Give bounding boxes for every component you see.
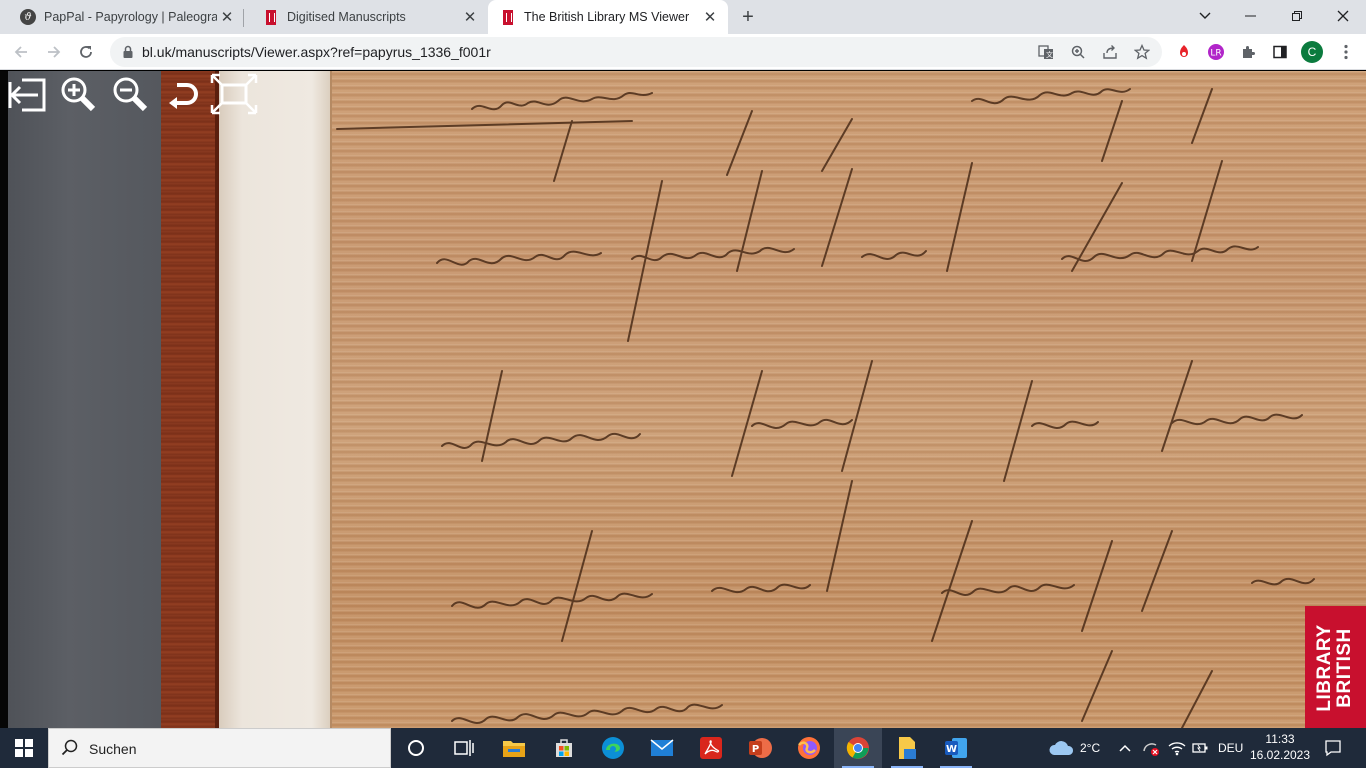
logo-line-british: BRITISH [1334, 628, 1355, 708]
reload-icon[interactable] [74, 40, 98, 64]
extensions-icon[interactable] [1236, 40, 1260, 64]
weather-widget[interactable]: 2°C [1048, 728, 1100, 768]
extension-red-icon[interactable] [1172, 40, 1196, 64]
image-edge [0, 71, 8, 728]
viewer-toolbar [0, 71, 260, 117]
close-window-icon[interactable] [1320, 0, 1366, 32]
restore-icon[interactable] [1274, 0, 1320, 32]
handwriting-strokes [336, 88, 1315, 728]
taskbar-search[interactable]: Suchen [48, 728, 391, 768]
tab-pappal[interactable]: ϑ PapPal - Papyrology | Paleograph ✕ [0, 0, 245, 34]
fullscreen-icon[interactable] [208, 71, 260, 117]
firefox-icon[interactable] [785, 728, 833, 768]
svg-text:LR: LR [1210, 49, 1221, 59]
taskbar: Suchen P W 2°C DEU 11:33 16.02.2023 [0, 728, 1366, 768]
acrobat-icon[interactable] [687, 728, 735, 768]
notifications-icon[interactable] [1324, 728, 1342, 768]
tab-title: PapPal - Papyrology | Paleograph [44, 10, 217, 24]
powerpoint-icon[interactable]: P [736, 728, 784, 768]
tab-search-icon[interactable] [1182, 0, 1228, 32]
minimize-icon[interactable] [1228, 0, 1274, 32]
svg-text:W: W [946, 744, 957, 755]
tab-ms-viewer[interactable]: The British Library MS Viewer ✕ [488, 0, 728, 34]
rotate-icon[interactable] [156, 71, 208, 117]
windows-start-icon[interactable] [0, 728, 48, 768]
british-library-logo[interactable]: LIBRARY BRITISH [1305, 606, 1366, 728]
british-library-icon [500, 9, 516, 25]
binding-board [8, 71, 161, 728]
cloud-icon [1049, 741, 1074, 755]
profile-avatar[interactable]: C [1301, 41, 1323, 63]
close-tab-icon[interactable]: ✕ [460, 7, 480, 27]
battery-icon[interactable] [1192, 728, 1208, 768]
exit-viewer-icon[interactable] [0, 71, 52, 117]
logo-line-library: LIBRARY [1314, 624, 1335, 712]
close-tab-icon[interactable]: ✕ [700, 7, 720, 27]
chrome-icon[interactable] [834, 728, 882, 768]
svg-text:P: P [752, 744, 759, 755]
bookmark-star-icon[interactable] [1132, 42, 1152, 62]
weather-temperature: 2°C [1080, 741, 1101, 755]
file-explorer-icon[interactable] [490, 728, 538, 768]
tab-title: Digitised Manuscripts [287, 10, 406, 24]
zoom-out-icon[interactable] [104, 71, 156, 117]
svg-text:文: 文 [1046, 50, 1053, 59]
edge-icon[interactable] [589, 728, 637, 768]
extension-purple-icon[interactable]: LR [1204, 40, 1228, 64]
tab-title: The British Library MS Viewer [524, 10, 690, 24]
menu-kebab-icon[interactable] [1334, 40, 1358, 64]
url-text: bl.uk/manuscripts/Viewer.aspx?ref=papyru… [142, 44, 491, 60]
papyrus-image[interactable] [330, 71, 1366, 728]
side-panel-icon[interactable] [1268, 40, 1292, 64]
close-tab-icon[interactable]: ✕ [217, 7, 237, 27]
show-hidden-icons[interactable] [1118, 728, 1132, 768]
cortana-icon[interactable] [392, 728, 440, 768]
network-warning-icon[interactable] [1142, 728, 1160, 768]
word-icon[interactable]: W [932, 728, 980, 768]
search-icon [61, 739, 78, 756]
microsoft-store-icon[interactable] [540, 728, 588, 768]
browser-toolbar: bl.uk/manuscripts/Viewer.aspx?ref=papyru… [0, 34, 1366, 70]
new-tab-button[interactable]: + [736, 5, 760, 29]
back-icon[interactable] [9, 40, 33, 64]
address-bar[interactable]: bl.uk/manuscripts/Viewer.aspx?ref=papyru… [110, 37, 1162, 67]
search-placeholder: Suchen [89, 741, 137, 757]
translate-icon[interactable]: 文 [1036, 42, 1056, 62]
zoom-icon[interactable] [1068, 42, 1088, 62]
file-manager-icon[interactable] [883, 728, 931, 768]
task-view-icon[interactable] [440, 728, 488, 768]
pappal-icon: ϑ [20, 9, 36, 25]
tab-digitised-manuscripts[interactable]: Digitised Manuscripts ✕ [243, 0, 488, 34]
system-clock[interactable]: 11:33 16.02.2023 [1245, 731, 1315, 763]
zoom-in-icon[interactable] [52, 71, 104, 117]
british-library-icon [263, 9, 279, 25]
wifi-icon[interactable] [1168, 728, 1186, 768]
tab-strip: ϑ PapPal - Papyrology | Paleograph ✕ Dig… [0, 0, 1366, 34]
lock-icon [123, 45, 133, 58]
forward-icon[interactable] [42, 40, 66, 64]
mail-icon[interactable] [638, 728, 686, 768]
clock-date: 16.02.2023 [1249, 748, 1311, 762]
share-icon[interactable] [1100, 42, 1120, 62]
binding-leather-spine [161, 71, 219, 728]
language-indicator[interactable]: DEU [1218, 728, 1243, 768]
paper-mount [219, 71, 335, 728]
clock-time: 11:33 [1265, 732, 1295, 746]
manuscript-viewer[interactable]: LIBRARY BRITISH [0, 71, 1366, 728]
